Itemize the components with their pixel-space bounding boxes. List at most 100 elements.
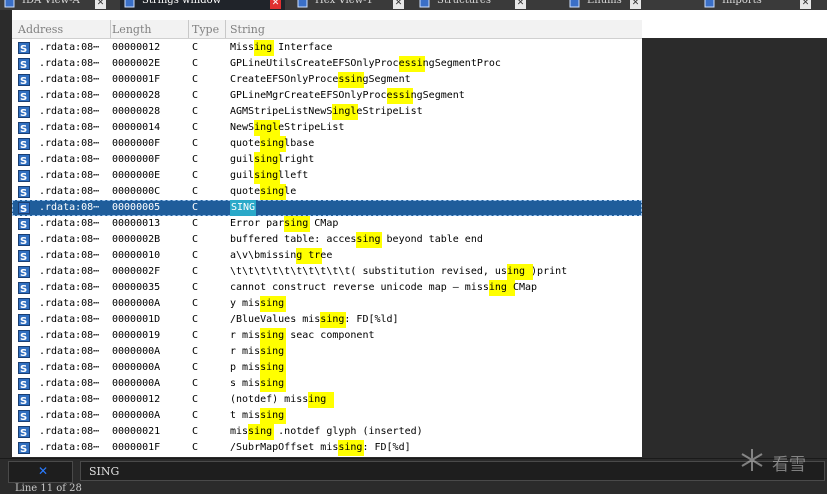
cell-string: SING: [230, 200, 257, 216]
tab-3[interactable]: Structures ✕: [415, 0, 530, 10]
table-row[interactable]: S .rdata:08⋯ 00000012 C (notdef) missing: [12, 392, 642, 408]
cell-length: 0000000E: [112, 170, 161, 181]
table-row[interactable]: S .rdata:08⋯ 0000002F C \t\t\t\t\t\t\t\t\t\t…: [12, 264, 642, 280]
tab-5[interactable]: Imports ✕: [700, 0, 815, 10]
cell-type: C: [192, 42, 199, 53]
table-row[interactable]: S .rdata:08⋯ 00000005 C SING: [12, 200, 642, 216]
string-item-icon: S: [18, 106, 30, 118]
tab-2[interactable]: Hex View-1 ✕: [293, 0, 408, 10]
cell-string: /BlueValues missing: FD[%ld]: [230, 314, 399, 325]
snowflake-icon: [741, 449, 763, 471]
table-row[interactable]: S .rdata:08⋯ 00000035 Ccannot construct rev…: [12, 280, 642, 296]
cell-string: Missing Interface: [230, 42, 333, 53]
cell-length: 0000001F: [112, 442, 161, 453]
cell-address: .rdata:08⋯: [39, 314, 100, 325]
cell-type: C: [192, 442, 199, 453]
string-item-icon: S: [18, 218, 30, 230]
col-length-header[interactable]: Length: [112, 23, 151, 36]
table-row[interactable]: S .rdata:08⋯ 0000001F C CreateEFSOnlyProcess…: [12, 72, 642, 88]
cell-type: C: [192, 410, 199, 421]
cell-length: 00000019: [112, 330, 161, 341]
cell-string: guilsinglleft: [230, 170, 309, 181]
cell-string: missing .notdef glyph (inserted): [230, 426, 423, 437]
tab-label: Imports: [722, 0, 762, 6]
svg-text:S: S: [20, 348, 27, 358]
cell-address: .rdata:08⋯: [39, 330, 100, 341]
tab-close-icon[interactable]: ✕: [393, 0, 404, 9]
cell-length: 0000000A: [112, 346, 161, 357]
status-line: Line 11 of 28: [15, 483, 82, 494]
tab-1[interactable]: Strings window ✕: [120, 0, 285, 10]
cell-length: 00000014: [112, 122, 161, 133]
tab-label: Strings window: [142, 0, 222, 6]
table-row[interactable]: S .rdata:08⋯ 0000000A Cp missing: [12, 360, 642, 376]
cell-address: .rdata:08⋯: [39, 74, 100, 85]
cell-string: r missing seac component: [230, 330, 375, 341]
cell-address: .rdata:08⋯: [39, 378, 100, 389]
cell-type: C: [192, 346, 199, 357]
table-row[interactable]: S .rdata:08⋯ 0000000A Ct missing: [12, 408, 642, 424]
cell-type: C: [192, 298, 199, 309]
tab-0[interactable]: IDA View-A ✕: [0, 0, 110, 10]
hex-view-icon: [297, 0, 308, 8]
table-row[interactable]: S .rdata:08⋯ 0000000A Cy missing: [12, 296, 642, 312]
string-item-icon: S: [18, 378, 30, 390]
svg-text:S: S: [20, 428, 27, 438]
search-clear-button[interactable]: ✕: [8, 461, 73, 483]
cell-address: .rdata:08⋯: [39, 58, 100, 69]
table-row[interactable]: S .rdata:08⋯ 00000013 C Error parsing CMap: [12, 216, 642, 232]
cell-length: 0000000A: [112, 410, 161, 421]
imports-icon: [704, 0, 715, 8]
cell-type: C: [192, 106, 199, 117]
table-row[interactable]: S .rdata:08⋯ 00000021 Cmissing .notdef glyp…: [12, 424, 642, 440]
table-row[interactable]: S .rdata:08⋯ 0000000C Cquotesingle: [12, 184, 642, 200]
table-row[interactable]: S .rdata:08⋯ 0000001F C/SubrMapOffset missi…: [12, 440, 642, 456]
svg-text:S: S: [20, 44, 27, 54]
table-row[interactable]: S .rdata:08⋯ 0000001D C/BlueValues missing:…: [12, 312, 642, 328]
cell-type: C: [192, 218, 199, 229]
table-row[interactable]: S .rdata:08⋯ 00000028 C GPLineMgrCreateEFSOn…: [12, 88, 642, 104]
tab-4[interactable]: Enums ✕: [565, 0, 645, 10]
col-type-header[interactable]: Type: [192, 23, 219, 36]
tab-close-icon[interactable]: ✕: [800, 0, 811, 9]
cell-type: C: [192, 186, 199, 197]
table-row[interactable]: S .rdata:08⋯ 0000002E C GPLineUtilsCreateEFS…: [12, 56, 642, 72]
tab-close-icon[interactable]: ✕: [95, 0, 106, 9]
col-address-header[interactable]: Address: [18, 23, 63, 36]
table-row[interactable]: S .rdata:08⋯ 0000000F Cquotesinglbase: [12, 136, 642, 152]
svg-text:S: S: [20, 236, 27, 246]
table-row[interactable]: S .rdata:08⋯ 00000010 Ca\v\bmissing tree: [12, 248, 642, 264]
table-row[interactable]: S .rdata:08⋯ 0000000A Cr missing: [12, 344, 642, 360]
cell-address: .rdata:08⋯: [39, 122, 100, 133]
cell-string: CreateEFSOnlyProcessingSegment: [230, 74, 411, 85]
cell-address: .rdata:08⋯: [39, 442, 100, 453]
table-row[interactable]: S .rdata:08⋯ 0000000F Cguilsinglright: [12, 152, 642, 168]
tab-close-icon[interactable]: ✕: [270, 0, 281, 9]
cell-address: .rdata:08⋯: [39, 186, 100, 197]
svg-text:S: S: [20, 220, 27, 230]
tab-close-icon[interactable]: ✕: [515, 0, 526, 9]
string-item-icon: S: [18, 346, 30, 358]
strings-list-panel: Address Length Type String S .rdata:08⋯ 00…: [12, 10, 827, 457]
tab-close-icon[interactable]: ✕: [630, 0, 641, 9]
table-row[interactable]: S .rdata:08⋯ 0000000A Cs missing: [12, 376, 642, 392]
table-row[interactable]: S .rdata:08⋯ 00000028 C AGMStripeListNewSing…: [12, 104, 642, 120]
cell-type: C: [192, 90, 199, 101]
table-row[interactable]: S .rdata:08⋯ 00000014 C NewSingleStripeList: [12, 120, 642, 136]
svg-text:S: S: [20, 76, 27, 86]
svg-text:S: S: [20, 268, 27, 278]
cell-length: 00000021: [112, 426, 161, 437]
string-item-icon: S: [18, 362, 30, 374]
table-row[interactable]: S .rdata:08⋯ 0000002B Cbuffered table: acce…: [12, 232, 642, 248]
cell-length: 0000002E: [112, 58, 161, 69]
search-input[interactable]: SING: [80, 461, 825, 481]
cell-type: C: [192, 266, 199, 277]
close-x-icon[interactable]: ✕: [38, 464, 48, 478]
table-row[interactable]: S .rdata:08⋯ 0000000E Cguilsinglleft: [12, 168, 642, 184]
table-row[interactable]: S .rdata:08⋯ 00000019 Cr missing seac compo…: [12, 328, 642, 344]
col-string-header[interactable]: String: [230, 23, 265, 36]
cell-type: C: [192, 58, 199, 69]
tab-label: IDA View-A: [22, 0, 80, 6]
table-row[interactable]: S .rdata:08⋯ 00000012 C Missing Interface: [12, 40, 642, 56]
cell-address: .rdata:08⋯: [39, 282, 100, 293]
